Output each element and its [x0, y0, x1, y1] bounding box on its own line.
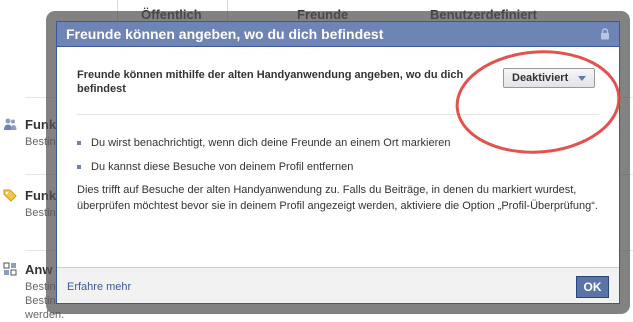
info-bullet-list: Du wirst benachrichtigt, wenn dich deine…	[77, 136, 597, 184]
ok-button[interactable]: OK	[576, 276, 609, 298]
dropdown-value: Deaktiviert	[512, 72, 569, 84]
dialog-header: Freunde können angeben, wo du dich befin…	[57, 22, 619, 47]
content-separator	[77, 114, 599, 115]
people-icon	[4, 118, 17, 130]
dialog-overlay-frame: Freunde können angeben, wo du dich befin…	[46, 11, 630, 314]
apps-icon	[3, 262, 17, 276]
bullet-icon	[77, 141, 81, 145]
tag-icon	[3, 189, 17, 202]
location-privacy-dialog: Freunde können angeben, wo du dich befin…	[56, 21, 620, 304]
list-item: Du wirst benachrichtigt, wenn dich deine…	[77, 136, 597, 160]
bullet-text: Du wirst benachrichtigt, wenn dich deine…	[91, 137, 451, 149]
learn-more-link[interactable]: Erfahre mehr	[67, 281, 131, 293]
setting-label: Freunde können mithilfe der alten Handya…	[77, 69, 464, 95]
lock-icon	[601, 28, 609, 40]
dialog-footer: Erfahre mehr OK	[57, 267, 619, 303]
dialog-title: Freunde können angeben, wo du dich befin…	[66, 26, 384, 42]
dropdown-arrow-icon	[578, 76, 586, 81]
bullet-icon	[77, 165, 81, 169]
bullet-text: Du kannst diese Besuche von deinem Profi…	[91, 161, 354, 173]
list-item: Du kannst diese Besuche von deinem Profi…	[77, 160, 597, 184]
dialog-description: Dies trifft auf Besuche der alten Handya…	[77, 184, 598, 212]
visibility-dropdown[interactable]: Deaktiviert	[503, 68, 595, 88]
